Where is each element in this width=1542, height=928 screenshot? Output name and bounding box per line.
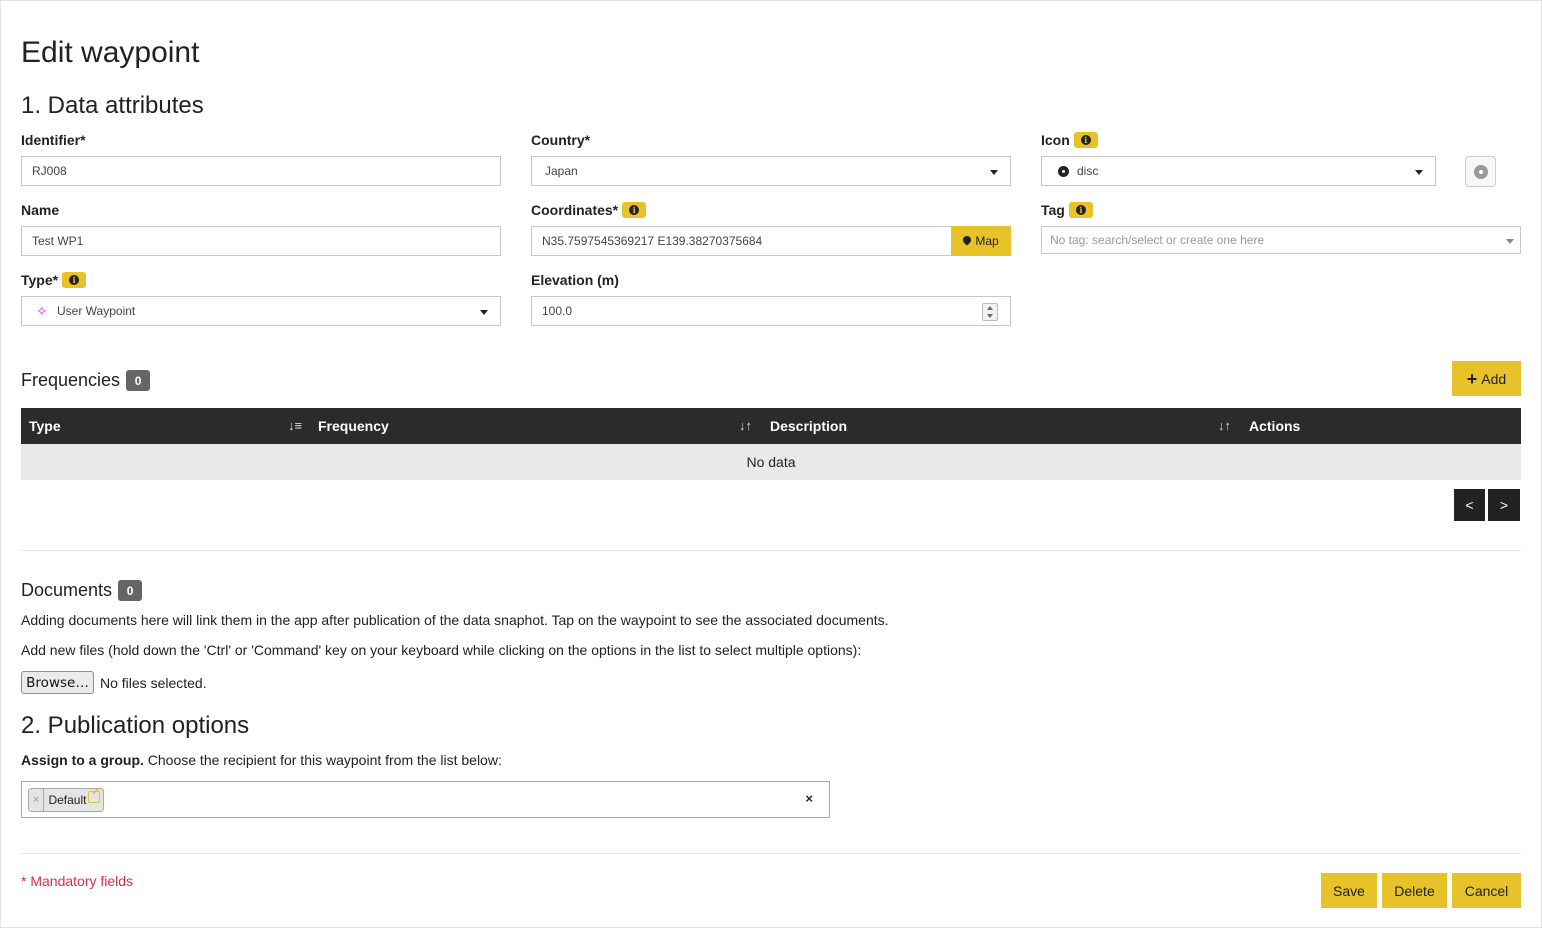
info-icon[interactable]: i [622, 202, 647, 218]
sort-ascending-icon[interactable]: ↓≡ [288, 419, 304, 433]
documents-description: Adding documents here will link them in … [21, 612, 889, 628]
chevron-down-icon [1506, 239, 1514, 244]
tag-label: Tag i [1041, 202, 1093, 218]
no-data-text: No data [746, 454, 796, 470]
chevron-down-icon [480, 310, 488, 315]
group-multiselect[interactable]: × Default × [21, 781, 830, 818]
country-value: Japan [545, 164, 578, 178]
sort-icon[interactable]: ↓↑ [1218, 419, 1234, 433]
elevation-label: Elevation (m) [531, 272, 619, 288]
icon-value: disc [1077, 164, 1099, 178]
pager-prev-button[interactable]: < [1454, 489, 1485, 521]
column-description-label: Description [770, 418, 848, 434]
column-header-type[interactable]: Type [29, 408, 61, 444]
identifier-label-text: Identifier* [21, 132, 86, 148]
assign-group-text: Assign to a group. Choose the recipient … [21, 752, 502, 768]
documents-count-badge: 0 [118, 580, 143, 601]
section-publication-title: 2. Publication options [21, 712, 250, 739]
type-value: User Waypoint [57, 304, 136, 318]
plus-icon: + [1466, 368, 1478, 389]
identifier-input[interactable]: RJ008 [21, 156, 501, 186]
pager-next-button[interactable]: > [1488, 489, 1520, 521]
name-label-text: Name [21, 202, 60, 218]
identifier-label: Identifier* [21, 132, 86, 148]
divider [21, 550, 1521, 551]
frequencies-title-text: Frequencies [21, 370, 121, 390]
column-frequency-label: Frequency [318, 418, 389, 434]
type-label: Type* i [21, 272, 87, 288]
cancel-button[interactable]: Cancel [1452, 873, 1521, 908]
name-label: Name [21, 202, 59, 218]
icon-label-text: Icon [1041, 132, 1070, 148]
type-select[interactable]: ✧ User Waypoint [21, 296, 501, 326]
frequencies-table-header: Type ↓≡ Frequency ↓↑ Description ↓↑ Acti… [21, 408, 1521, 444]
tag-select[interactable]: No tag: search/select or create one here [1041, 226, 1521, 254]
icon-select[interactable]: disc [1041, 156, 1436, 186]
column-header-frequency[interactable]: Frequency [318, 408, 389, 444]
country-label: Country* [531, 132, 590, 148]
info-icon[interactable]: i [1068, 202, 1093, 218]
documents-title: Documents 0 [21, 580, 143, 601]
add-files-instructions: Add new files (hold down the 'Ctrl' or '… [21, 642, 862, 658]
map-button[interactable]: Map [951, 226, 1011, 256]
delete-button[interactable]: Delete [1382, 873, 1447, 908]
coordinates-label-text: Coordinates* [531, 202, 619, 218]
tag-placeholder: No tag: search/select or create one here [1050, 233, 1265, 247]
sort-icon[interactable]: ↓↑ [739, 419, 755, 433]
map-button-label: Map [975, 234, 999, 248]
coordinates-input[interactable]: N35.7597545369217 E139.38270375684 [531, 226, 952, 256]
frequencies-title: Frequencies 0 [21, 370, 151, 391]
add-frequency-button[interactable]: + Add [1452, 361, 1521, 396]
edit-icon[interactable] [88, 791, 101, 803]
save-button[interactable]: Save [1321, 873, 1377, 908]
disc-preview-icon [1473, 164, 1488, 179]
elevation-input[interactable]: 100.0 [531, 296, 1011, 326]
browse-files-button[interactable]: Browse… [21, 671, 94, 694]
mandatory-fields-note: * Mandatory fields [21, 873, 134, 889]
country-label-text: Country* [531, 132, 591, 148]
chevron-down-icon [1415, 170, 1423, 175]
elevation-value: 100.0 [542, 304, 573, 318]
column-header-actions: Actions [1249, 408, 1300, 444]
type-label-text: Type* [21, 272, 59, 288]
table-empty-row: No data [21, 444, 1521, 480]
user-waypoint-icon: ✧ [36, 302, 48, 319]
elevation-label-text: Elevation (m) [531, 272, 619, 288]
chevron-down-icon [990, 170, 998, 175]
column-header-description[interactable]: Description [770, 408, 847, 444]
assign-group-description: Choose the recipient for this waypoint f… [147, 752, 502, 768]
identifier-value: RJ008 [32, 164, 67, 178]
info-icon[interactable]: i [1073, 132, 1098, 148]
section-data-attributes-title: 1. Data attributes [21, 92, 204, 119]
column-actions-label: Actions [1249, 418, 1301, 434]
info-icon[interactable]: i [62, 272, 87, 288]
name-input[interactable]: Test WP1 [21, 226, 501, 256]
remove-chip-icon[interactable]: × [29, 789, 45, 811]
disc-icon [1058, 165, 1069, 177]
frequencies-count-badge: 0 [126, 370, 151, 391]
icon-label: Icon i [1041, 132, 1098, 148]
documents-title-text: Documents [21, 580, 113, 600]
coordinates-value: N35.7597545369217 E139.38270375684 [542, 234, 763, 248]
page-title: Edit waypoint [21, 36, 200, 69]
name-value: Test WP1 [32, 234, 84, 248]
column-type-label: Type [29, 418, 61, 434]
map-marker-icon [963, 236, 971, 247]
coordinates-label: Coordinates* i [531, 202, 647, 218]
icon-preview [1465, 156, 1496, 187]
file-status: No files selected. [100, 675, 207, 691]
divider [21, 853, 1521, 854]
add-button-label: Add [1481, 370, 1507, 387]
assign-group-bold: Assign to a group. [21, 752, 144, 768]
tag-label-text: Tag [1041, 202, 1065, 218]
country-select[interactable]: Japan [531, 156, 1011, 186]
clear-selection-icon[interactable]: × [805, 791, 813, 806]
group-chip-default: × Default [28, 788, 105, 812]
group-chip-label: Default [48, 793, 87, 807]
number-stepper[interactable] [982, 303, 998, 321]
